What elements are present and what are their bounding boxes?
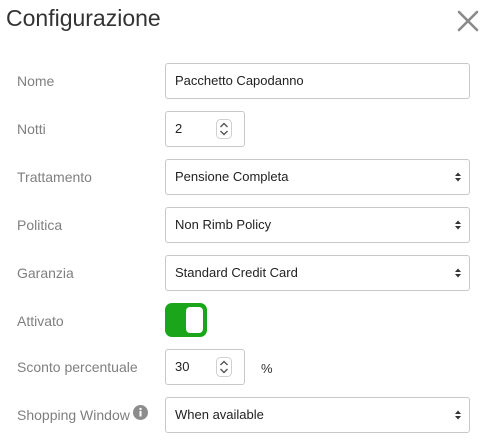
garanzia-label: Garanzia bbox=[17, 265, 74, 281]
toggle-knob bbox=[186, 307, 203, 333]
trattamento-value: Pensione Completa bbox=[175, 169, 289, 184]
nome-input[interactable]: Pacchetto Capodanno bbox=[165, 63, 470, 99]
sconto-label: Sconto percentuale bbox=[17, 359, 138, 375]
select-arrows-icon bbox=[455, 268, 461, 278]
spinner-arrows-icon[interactable] bbox=[216, 119, 232, 139]
politica-select[interactable]: Non Rimb Policy bbox=[165, 207, 470, 243]
nome-value: Pacchetto Capodanno bbox=[175, 73, 304, 88]
politica-value: Non Rimb Policy bbox=[175, 217, 272, 232]
nome-label: Nome bbox=[17, 73, 55, 89]
percent-unit: % bbox=[261, 361, 273, 376]
shopping-window-value: When available bbox=[175, 407, 264, 422]
dialog-title: Configurazione bbox=[6, 5, 161, 31]
sconto-stepper[interactable]: 30 bbox=[165, 349, 245, 385]
shopping-window-select[interactable]: When available bbox=[165, 397, 470, 433]
attivato-label: Attivato bbox=[17, 313, 64, 329]
garanzia-value: Standard Credit Card bbox=[175, 265, 298, 280]
sconto-value: 30 bbox=[175, 359, 190, 374]
close-icon bbox=[457, 10, 479, 32]
shopping-window-label: Shopping Window bbox=[17, 407, 130, 423]
close-button[interactable] bbox=[455, 8, 481, 34]
notti-label: Notti bbox=[17, 121, 46, 137]
select-arrows-icon bbox=[455, 410, 461, 420]
select-arrows-icon bbox=[455, 220, 461, 230]
notti-stepper[interactable]: 2 bbox=[165, 111, 245, 147]
notti-value: 2 bbox=[175, 121, 183, 136]
info-icon[interactable] bbox=[133, 405, 148, 420]
trattamento-select[interactable]: Pensione Completa bbox=[165, 159, 470, 195]
select-arrows-icon bbox=[455, 172, 461, 182]
garanzia-select[interactable]: Standard Credit Card bbox=[165, 255, 470, 291]
trattamento-label: Trattamento bbox=[17, 169, 92, 185]
politica-label: Politica bbox=[17, 217, 63, 233]
spinner-arrows-icon[interactable] bbox=[216, 357, 232, 377]
attivato-toggle[interactable] bbox=[165, 303, 207, 337]
